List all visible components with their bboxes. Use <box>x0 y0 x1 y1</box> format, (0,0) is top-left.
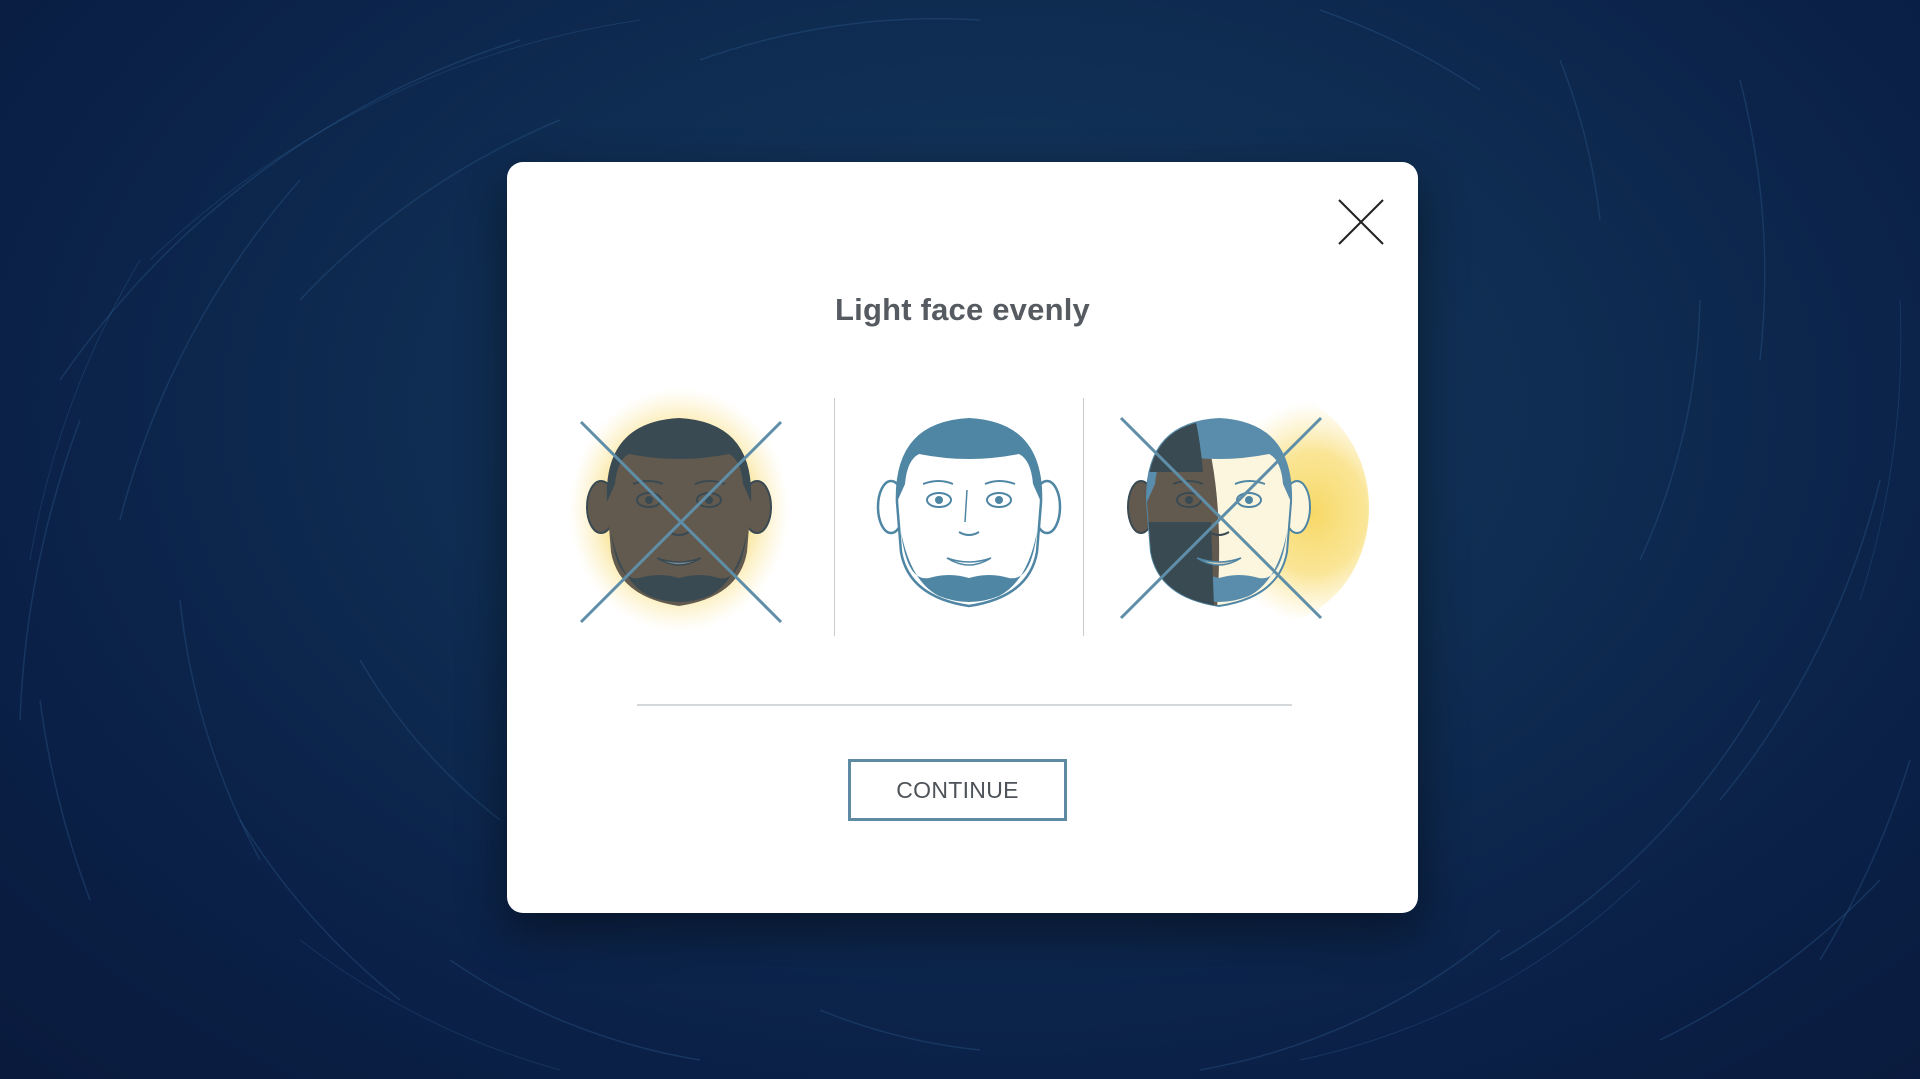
side-lit-face-icon <box>1119 392 1369 624</box>
close-icon <box>1338 199 1384 245</box>
face-examples <box>507 382 1418 712</box>
modal-title: Light face evenly <box>835 292 1090 327</box>
close-button[interactable] <box>1335 196 1387 248</box>
backlit-face-icon <box>569 388 789 632</box>
continue-button[interactable]: CONTINUE <box>848 759 1067 821</box>
modal-divider <box>637 704 1292 706</box>
evenly-lit-face-icon <box>876 418 1062 608</box>
lighting-tips-modal: Light face evenly CONTINUE <box>507 162 1418 913</box>
face-divider-left <box>834 398 835 636</box>
face-divider-right <box>1083 398 1084 636</box>
